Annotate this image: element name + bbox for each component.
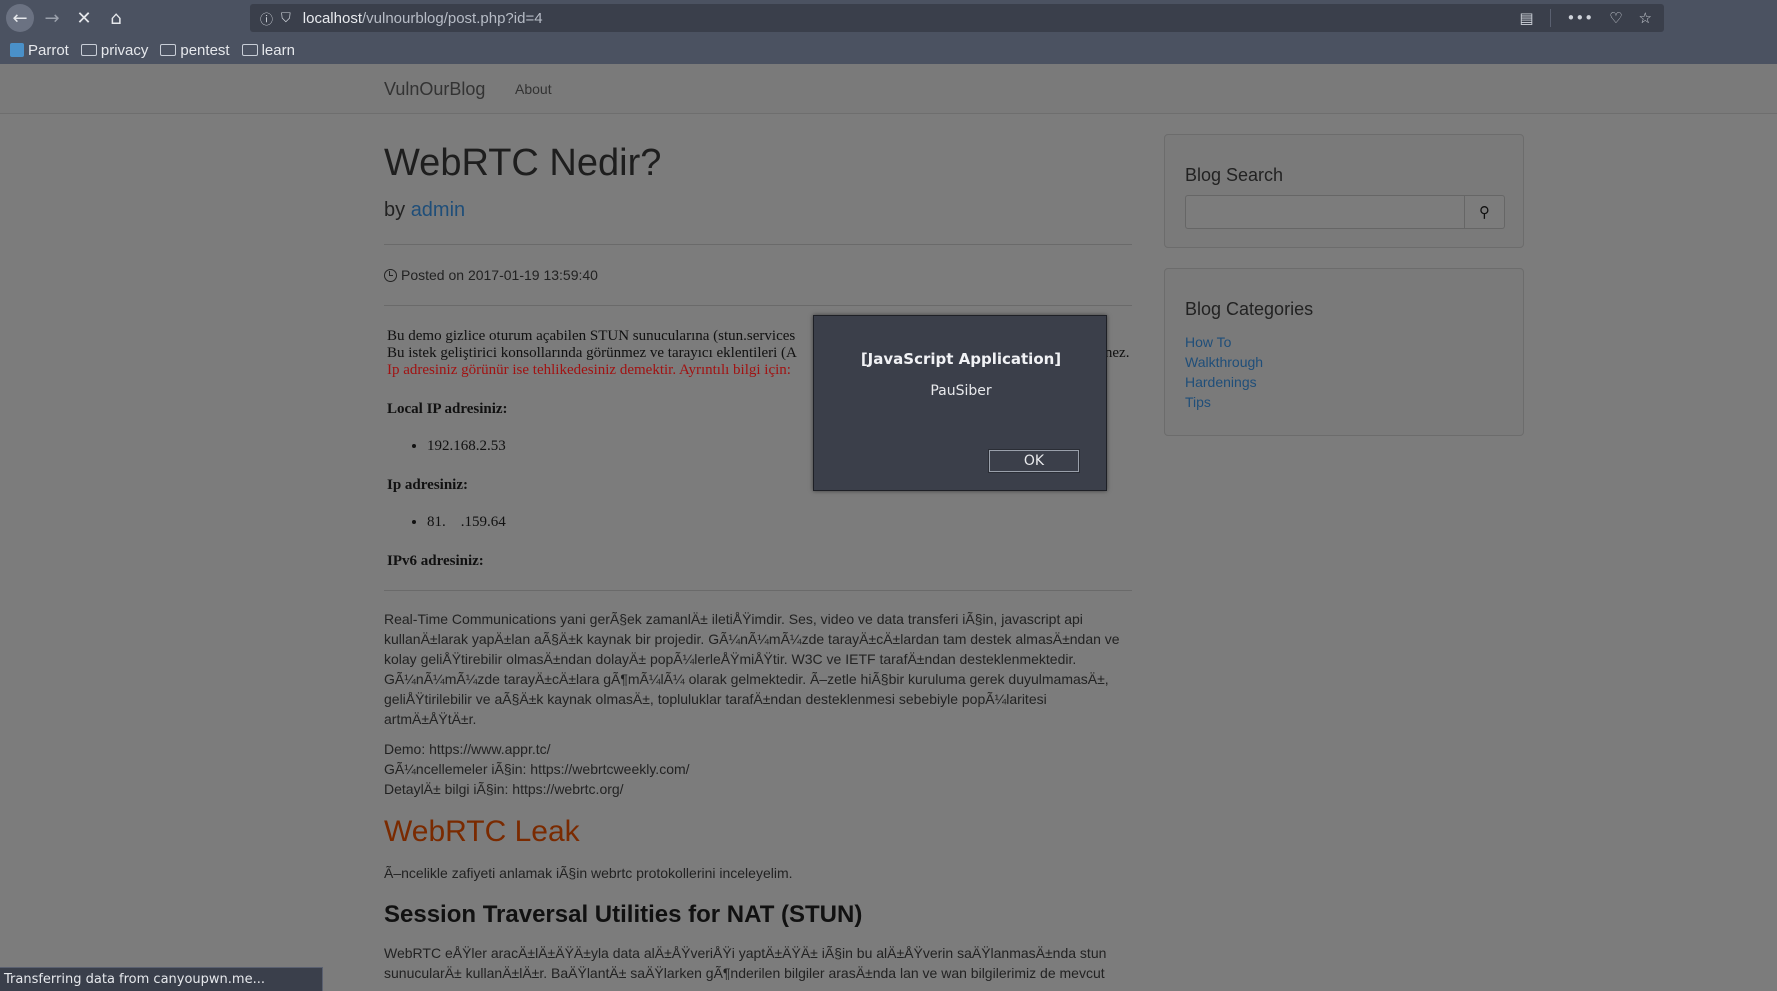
folder-icon <box>160 44 177 56</box>
post-date-text: Posted on 2017-01-19 13:59:40 <box>401 267 598 283</box>
divider <box>1549 9 1551 27</box>
category-link-hardenings[interactable]: Hardenings <box>1185 372 1503 392</box>
post-byline: by admin <box>384 199 1132 222</box>
pocket-icon[interactable]: ♡ <box>1609 9 1622 27</box>
ok-button[interactable]: OK <box>988 449 1080 473</box>
site-navbar: VulnOurBlog About <box>0 64 1777 114</box>
forward-button[interactable]: → <box>38 4 66 32</box>
paragraph: WebRTC eÅŸler aracÄ±lÄ±ÄŸÄ±yla data alÄ±… <box>384 943 1132 983</box>
search-button[interactable]: ⚲ <box>1465 195 1505 229</box>
address-bar-actions: ▤ ••• ♡ ☆ <box>1519 4 1652 32</box>
site-brand[interactable]: VulnOurBlog <box>384 79 485 100</box>
bookmark-pentest[interactable]: pentest <box>160 41 230 59</box>
arrow-left-icon: ← <box>12 7 28 29</box>
web-page: VulnOurBlog About WebRTC Nedir? by admin… <box>0 64 1777 991</box>
address-bar[interactable]: ⓘ ⛉ localhost/vulnourblog/post.php?id=4 … <box>250 4 1664 32</box>
search-icon: ⚲ <box>1479 203 1490 221</box>
demo-line-part: nez. <box>1104 345 1130 361</box>
bookmarks-bar: Parrot privacy pentest learn <box>10 40 295 60</box>
bookmark-label: pentest <box>180 41 230 59</box>
reader-view-icon[interactable]: ▤ <box>1519 9 1533 27</box>
bookmark-label: privacy <box>100 41 149 59</box>
public-ip-list: 81. .159.64 <box>427 514 1132 531</box>
category-link-how-to[interactable]: How To <box>1185 332 1503 352</box>
post-title: WebRTC Nedir? <box>384 142 662 184</box>
search-row: ⚲ <box>1185 195 1505 229</box>
intro-paragraph: Real-Time Communications yani gerÃ§ek za… <box>384 609 1132 729</box>
demo-line-part: Bu istek geliştirici konsollarında görün… <box>387 345 797 361</box>
status-bar: Transferring data from canyoupwn.me... <box>0 967 323 991</box>
category-link-walkthrough[interactable]: Walkthrough <box>1185 352 1503 372</box>
info-icon[interactable]: ⓘ <box>260 9 273 28</box>
widget-title: Blog Search <box>1185 165 1284 185</box>
stop-button[interactable]: ✕ <box>70 4 98 32</box>
parrot-icon <box>10 43 24 57</box>
url-host: localhost <box>302 9 362 27</box>
divider <box>384 590 1132 591</box>
category-list: How To Walkthrough Hardenings Tips <box>1185 332 1503 412</box>
nav-about-link[interactable]: About <box>515 81 552 97</box>
bookmark-label: Parrot <box>28 41 69 59</box>
divider <box>384 244 1132 245</box>
clock-icon <box>384 268 397 282</box>
folder-icon <box>241 44 258 56</box>
star-icon[interactable]: ☆ <box>1639 9 1652 27</box>
dialog-title: [JavaScript Application] <box>860 350 1062 368</box>
more-icon[interactable]: ••• <box>1567 9 1594 27</box>
paragraph: Real-Time Communications yani gerÃ§ek za… <box>384 611 1120 727</box>
dialog-message: PauSiber <box>930 383 992 399</box>
divider <box>384 305 1132 306</box>
search-input[interactable] <box>1185 195 1465 229</box>
category-link-tips[interactable]: Tips <box>1185 392 1503 412</box>
paragraph-line: WebRTC eÅŸler aracÄ±lÄ±ÄŸÄ±yla data alÄ±… <box>384 945 1107 961</box>
url-text[interactable]: localhost/vulnourblog/post.php?id=4 <box>303 10 543 27</box>
post-date: Posted on 2017-01-19 13:59:40 <box>384 267 1132 283</box>
javascript-alert-dialog: [JavaScript Application] PauSiber OK <box>813 315 1107 491</box>
url-path: /vulnourblog/post.php?id=4 <box>361 9 543 27</box>
bookmark-learn[interactable]: learn <box>241 41 295 59</box>
detail-link[interactable]: DetaylÄ± bilgi iÃ§in: https://webrtc.org… <box>384 779 1132 799</box>
byline-prefix: by <box>384 199 406 221</box>
folder-icon <box>80 44 97 56</box>
bookmark-parrot[interactable]: Parrot <box>10 42 69 59</box>
paragraph-line: sunucularÄ± kullanÄ±lÄ±r. BaÄŸlantÄ± saÄ… <box>384 965 1105 981</box>
bookmark-privacy[interactable]: privacy <box>80 41 149 59</box>
ipv6-label: IPv6 adresiniz: <box>387 553 484 569</box>
categories-widget: Blog Categories How To Walkthrough Harde… <box>1164 268 1524 436</box>
paragraph: Ã–ncelikle zafiyeti anlamak iÃ§in webrtc… <box>384 865 793 881</box>
bookmark-label: learn <box>261 41 295 59</box>
section-heading: Session Traversal Utilities for NAT (STU… <box>384 901 863 928</box>
home-button[interactable]: ⌂ <box>102 4 130 32</box>
close-icon: ✕ <box>76 7 92 29</box>
reference-links: Demo: https://www.appr.tc/ GÃ¼ncellemele… <box>384 739 1132 799</box>
search-widget: Blog Search ⚲ <box>1164 134 1524 248</box>
widget-title: Blog Categories <box>1185 299 1314 319</box>
blog-post: WebRTC Nedir? by admin Posted on 2017-01… <box>384 124 1132 983</box>
shield-icon[interactable]: ⛉ <box>281 11 291 26</box>
home-icon: ⌂ <box>110 7 122 29</box>
back-button[interactable]: ← <box>6 4 34 32</box>
demo-link[interactable]: Demo: https://www.appr.tc/ <box>384 739 1132 759</box>
author-link[interactable]: admin <box>411 199 465 221</box>
section-heading: WebRTC Leak <box>384 815 580 848</box>
updates-link[interactable]: GÃ¼ncellemeler iÃ§in: https://webrtcweek… <box>384 759 1132 779</box>
browser-toolbar: ← → ✕ ⌂ ⓘ ⛉ localhost/vulnourblog/post.p… <box>0 0 1777 64</box>
list-item: 81. .159.64 <box>427 514 1132 531</box>
arrow-right-icon: → <box>44 7 60 29</box>
